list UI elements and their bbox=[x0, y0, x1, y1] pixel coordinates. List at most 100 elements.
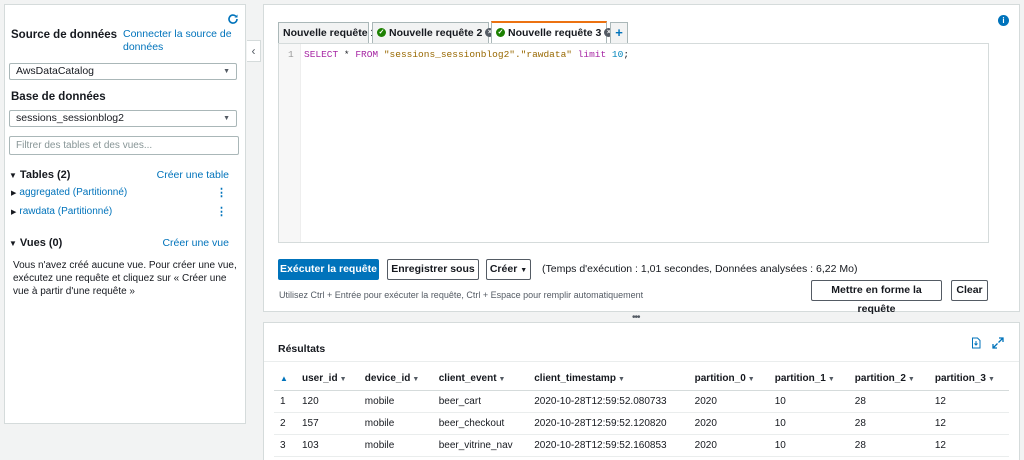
table-row: 1 120 mobile beer_cart 2020-10-28T12:59:… bbox=[274, 390, 1009, 413]
table-item-aggregated[interactable]: ▶ aggregated (Partitionné) bbox=[11, 187, 127, 198]
sort-icon: ▼ bbox=[339, 376, 347, 384]
sql-semicolon: ; bbox=[623, 49, 630, 60]
column-header-partition_3[interactable]: partition_3 ▼ bbox=[928, 368, 1009, 391]
cell-client_event: beer_cart bbox=[432, 390, 529, 413]
cell-user_id: 120 bbox=[296, 390, 359, 413]
create-dropdown-button[interactable]: Créer ▼ bbox=[486, 259, 531, 280]
cell-device_id: mobile bbox=[358, 434, 433, 457]
cell-partition_0: 2020 bbox=[688, 434, 769, 457]
catalog-select[interactable]: AwsDataCatalog ▼ bbox=[9, 63, 237, 80]
check-circle-icon: ✓ bbox=[377, 27, 386, 37]
table-item-label: rawdata (Partitionné) bbox=[19, 206, 113, 217]
tables-section-toggle[interactable]: ▼ Tables (2) bbox=[9, 169, 70, 181]
run-query-button[interactable]: Exécuter la requête bbox=[278, 259, 379, 280]
cell-partition_1: 10 bbox=[768, 412, 849, 435]
row-index-header[interactable]: ▲ bbox=[274, 368, 296, 391]
column-label: partition_2 bbox=[854, 373, 906, 385]
column-label: partition_3 bbox=[934, 373, 986, 385]
table-options-icon[interactable]: ⋮ bbox=[216, 205, 227, 218]
create-view-link[interactable]: Créer une vue bbox=[162, 237, 229, 250]
data-source-sidebar: Source de données Connecter la source de… bbox=[4, 4, 246, 424]
sort-icon: ▼ bbox=[498, 376, 506, 384]
cell-client_event: beer_checkout bbox=[432, 412, 529, 435]
caret-right-icon: ▶ bbox=[11, 209, 17, 216]
column-header-partition_0[interactable]: partition_0 ▼ bbox=[688, 368, 769, 391]
column-header-device_id[interactable]: device_id ▼ bbox=[358, 368, 433, 391]
sql-table-name: "sessions_sessionblog2"."rawdata" bbox=[383, 49, 572, 60]
sql-keyword-select: SELECT bbox=[304, 49, 339, 60]
views-header: Vues (0) bbox=[19, 237, 63, 249]
column-header-partition_1[interactable]: partition_1 ▼ bbox=[768, 368, 849, 391]
sort-icon: ▼ bbox=[907, 376, 915, 384]
sort-asc-icon: ▲ bbox=[280, 374, 288, 384]
column-header-partition_2[interactable]: partition_2 ▼ bbox=[848, 368, 929, 391]
create-table-link[interactable]: Créer une table bbox=[157, 169, 229, 182]
column-header-client_event[interactable]: client_event ▼ bbox=[432, 368, 529, 391]
table-item-label: aggregated (Partitionné) bbox=[19, 187, 128, 198]
database-select-value: sessions_sessionblog2 bbox=[16, 112, 124, 124]
collapse-sidebar-button[interactable]: ‹ bbox=[247, 40, 261, 62]
table-row: 3 103 mobile beer_vitrine_nav 2020-10-28… bbox=[274, 434, 1009, 457]
tables-header: Tables (2) bbox=[19, 169, 71, 181]
data-source-title: Source de données bbox=[11, 29, 118, 41]
column-label: client_event bbox=[438, 373, 497, 385]
line-gutter bbox=[279, 44, 301, 242]
chevron-down-icon: ▼ bbox=[520, 267, 528, 274]
create-button-label: Créer bbox=[489, 263, 518, 275]
column-header-client_timestamp[interactable]: client_timestamp ▼ bbox=[528, 368, 689, 391]
row-index: 3 bbox=[274, 434, 296, 457]
table-row: 2 157 mobile beer_checkout 2020-10-28T12… bbox=[274, 412, 1009, 435]
caret-down-icon: ▼ bbox=[9, 171, 17, 180]
cell-partition_2: 28 bbox=[848, 412, 929, 435]
check-circle-icon: ✓ bbox=[496, 27, 505, 37]
cell-partition_1: 10 bbox=[768, 434, 849, 457]
sql-keyword-limit: limit bbox=[577, 49, 607, 60]
cell-partition_3: 12 bbox=[928, 434, 1009, 457]
plus-icon: + bbox=[615, 25, 623, 40]
refresh-icon[interactable] bbox=[227, 13, 239, 25]
tab-query-1[interactable]: Nouvelle requête 1 bbox=[278, 22, 376, 43]
sql-keyword-from: FROM bbox=[355, 49, 379, 60]
tab-query-2[interactable]: ✓ Nouvelle requête 2 × bbox=[372, 22, 495, 43]
chevron-left-icon: ‹ bbox=[251, 44, 256, 58]
database-select[interactable]: sessions_sessionblog2 ▼ bbox=[9, 110, 237, 127]
column-label: partition_0 bbox=[694, 373, 746, 385]
views-section-toggle[interactable]: ▼ Vues (0) bbox=[9, 237, 62, 249]
save-as-button[interactable]: Enregistrer sous bbox=[387, 259, 479, 280]
expand-icon[interactable] bbox=[992, 337, 1004, 349]
cell-client_timestamp: 2020-10-28T12:59:52.120820 bbox=[528, 412, 689, 435]
results-title: Résultats bbox=[278, 343, 326, 355]
table-options-icon[interactable]: ⋮ bbox=[216, 186, 227, 199]
cell-partition_2: 28 bbox=[848, 390, 929, 413]
clear-button[interactable]: Clear bbox=[951, 280, 988, 301]
tab-query-3[interactable]: ✓ Nouvelle requête 3 × bbox=[491, 21, 614, 43]
results-divider bbox=[264, 361, 1019, 362]
sql-limit-value: 10 bbox=[611, 49, 624, 60]
cell-client_timestamp: 2020-10-28T12:59:52.080733 bbox=[528, 390, 689, 413]
sql-code-line[interactable]: SELECT * FROM "sessions_sessionblog2"."r… bbox=[304, 49, 629, 60]
add-tab-button[interactable]: + bbox=[610, 22, 628, 43]
caret-right-icon: ▶ bbox=[11, 190, 17, 197]
sql-editor[interactable]: 1 SELECT * FROM "sessions_sessionblog2".… bbox=[278, 43, 989, 243]
cell-device_id: mobile bbox=[358, 390, 433, 413]
sort-icon: ▼ bbox=[827, 376, 835, 384]
cell-user_id: 103 bbox=[296, 434, 359, 457]
download-csv-icon[interactable] bbox=[970, 337, 982, 349]
column-label: user_id bbox=[302, 373, 338, 385]
catalog-select-value: AwsDataCatalog bbox=[16, 65, 95, 77]
execution-info: (Temps d'exécution : 1,01 secondes, Donn… bbox=[542, 263, 858, 275]
cell-user_id: 157 bbox=[296, 412, 359, 435]
cell-partition_0: 2020 bbox=[688, 412, 769, 435]
chevron-down-icon: ▼ bbox=[223, 68, 230, 75]
format-query-button[interactable]: Mettre en forme la requête bbox=[811, 280, 942, 315]
column-header-user_id[interactable]: user_id ▼ bbox=[296, 368, 359, 391]
table-item-rawdata[interactable]: ▶ rawdata (Partitionné) bbox=[11, 206, 112, 217]
table-filter-input[interactable] bbox=[9, 136, 239, 155]
sort-icon: ▼ bbox=[412, 376, 420, 384]
cell-partition_0: 2020 bbox=[688, 390, 769, 413]
tab-label: Nouvelle requête 1 bbox=[283, 27, 377, 39]
connect-data-source-link[interactable]: Connecter la source de données bbox=[123, 28, 232, 54]
database-title: Base de données bbox=[11, 91, 106, 103]
row-index: 1 bbox=[274, 390, 296, 413]
info-icon[interactable]: i bbox=[998, 15, 1009, 26]
